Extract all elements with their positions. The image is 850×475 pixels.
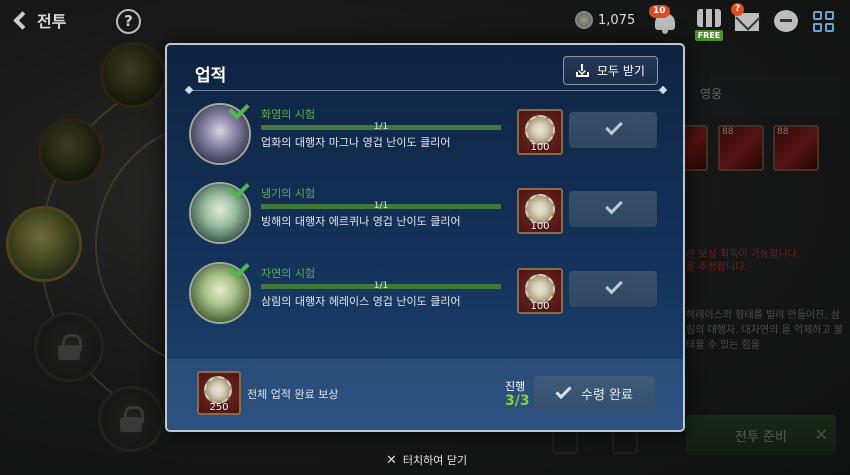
notification-badge: 10: [649, 5, 670, 18]
back-chevron-icon: [13, 10, 32, 30]
total-reward-label: 전체 업적 완료 보상: [247, 388, 339, 401]
modal-title: 업적: [195, 66, 227, 86]
claimed-button[interactable]: [569, 112, 657, 148]
received-label: 수령 완료: [581, 388, 633, 403]
received-button[interactable]: 수령 완료: [534, 376, 655, 411]
back-label: 전투: [37, 12, 67, 31]
coin-icon: [575, 11, 593, 29]
reward-quantity: 100: [530, 221, 550, 232]
reward-item[interactable]: 100: [517, 188, 563, 234]
modal-footer: 250 전체 업적 완료 보상 진행 3/3 수령 완료: [167, 359, 683, 430]
gear-token-icon: [525, 194, 555, 224]
achievement-description: 빙해의 대행자 에르퀴나 영겁 난이도 클리어: [261, 215, 461, 228]
currency-value: 1,075: [598, 12, 636, 28]
reward-item[interactable]: 100: [517, 268, 563, 314]
currency-display: 1,075: [575, 11, 635, 29]
achievement-name: 자연의 시험: [261, 267, 316, 280]
achievement-row: 자연의 시험 1/1 삼림의 대행자 헤레이스 영겁 난이도 클리어 100: [189, 257, 664, 332]
download-icon: [576, 64, 589, 77]
gear-token-icon: [204, 376, 232, 404]
free-tag: FREE: [695, 30, 723, 41]
check-icon: [605, 196, 623, 215]
achievement-description: 업화의 대행자 마그나 영겁 난이도 클리어: [261, 136, 451, 149]
close-icon: ✕: [386, 452, 397, 468]
achievement-row: 냉기의 시험 1/1 빙해의 대행자 에르퀴나 영겁 난이도 클리어 100: [189, 177, 664, 252]
check-icon: [605, 117, 623, 136]
progress-label: 진행: [505, 380, 526, 393]
achievement-description: 삼림의 대행자 헤레이스 영겁 난이도 클리어: [261, 295, 461, 308]
mail-icon[interactable]: ?: [731, 3, 759, 31]
claimed-button[interactable]: [569, 191, 657, 227]
help-icon[interactable]: ?: [116, 9, 141, 34]
check-icon: [605, 276, 623, 295]
mail-badge: ?: [731, 3, 745, 16]
notification-bell-icon[interactable]: 10: [649, 5, 677, 34]
title-divider: [189, 90, 663, 91]
reward-quantity: 250: [209, 402, 229, 413]
progress-count: 3/3: [505, 393, 530, 409]
achievement-modal: 업적 모두 받기 화염의 시험 1/1 업화의 대행자 마그나 영겁 난이도 클…: [165, 43, 685, 432]
chat-icon[interactable]: [774, 10, 798, 32]
achievement-row: 화염의 시험 1/1 업화의 대행자 마그나 영겁 난이도 클리어 100: [189, 98, 664, 173]
top-bar: 전투 ? 1,075 10 FREE ?: [0, 0, 850, 44]
achievement-name: 냉기의 시험: [261, 187, 316, 200]
menu-grid-icon[interactable]: [813, 11, 835, 33]
claim-all-button[interactable]: 모두 받기: [563, 56, 658, 85]
check-icon: [555, 382, 572, 399]
guild-icon[interactable]: FREE: [695, 7, 723, 41]
reward-quantity: 100: [530, 142, 550, 153]
gear-token-icon: [525, 115, 555, 145]
reward-item[interactable]: 100: [517, 109, 563, 155]
achievement-name: 화염의 시험: [261, 108, 316, 121]
back-button[interactable]: 전투: [12, 8, 66, 32]
claimed-button[interactable]: [569, 271, 657, 307]
close-hint-label: 터치하여 닫기: [402, 454, 468, 467]
tap-to-close-hint[interactable]: ✕ 터치하여 닫기: [386, 452, 467, 468]
reward-quantity: 100: [530, 301, 550, 312]
achievement-progress-text: 1/1: [373, 201, 389, 211]
claim-all-label: 모두 받기: [597, 64, 645, 78]
total-reward-item[interactable]: 250: [197, 371, 241, 415]
achievement-progress-text: 1/1: [373, 281, 389, 291]
gear-token-icon: [525, 274, 555, 304]
achievement-progress-text: 1/1: [373, 122, 389, 132]
